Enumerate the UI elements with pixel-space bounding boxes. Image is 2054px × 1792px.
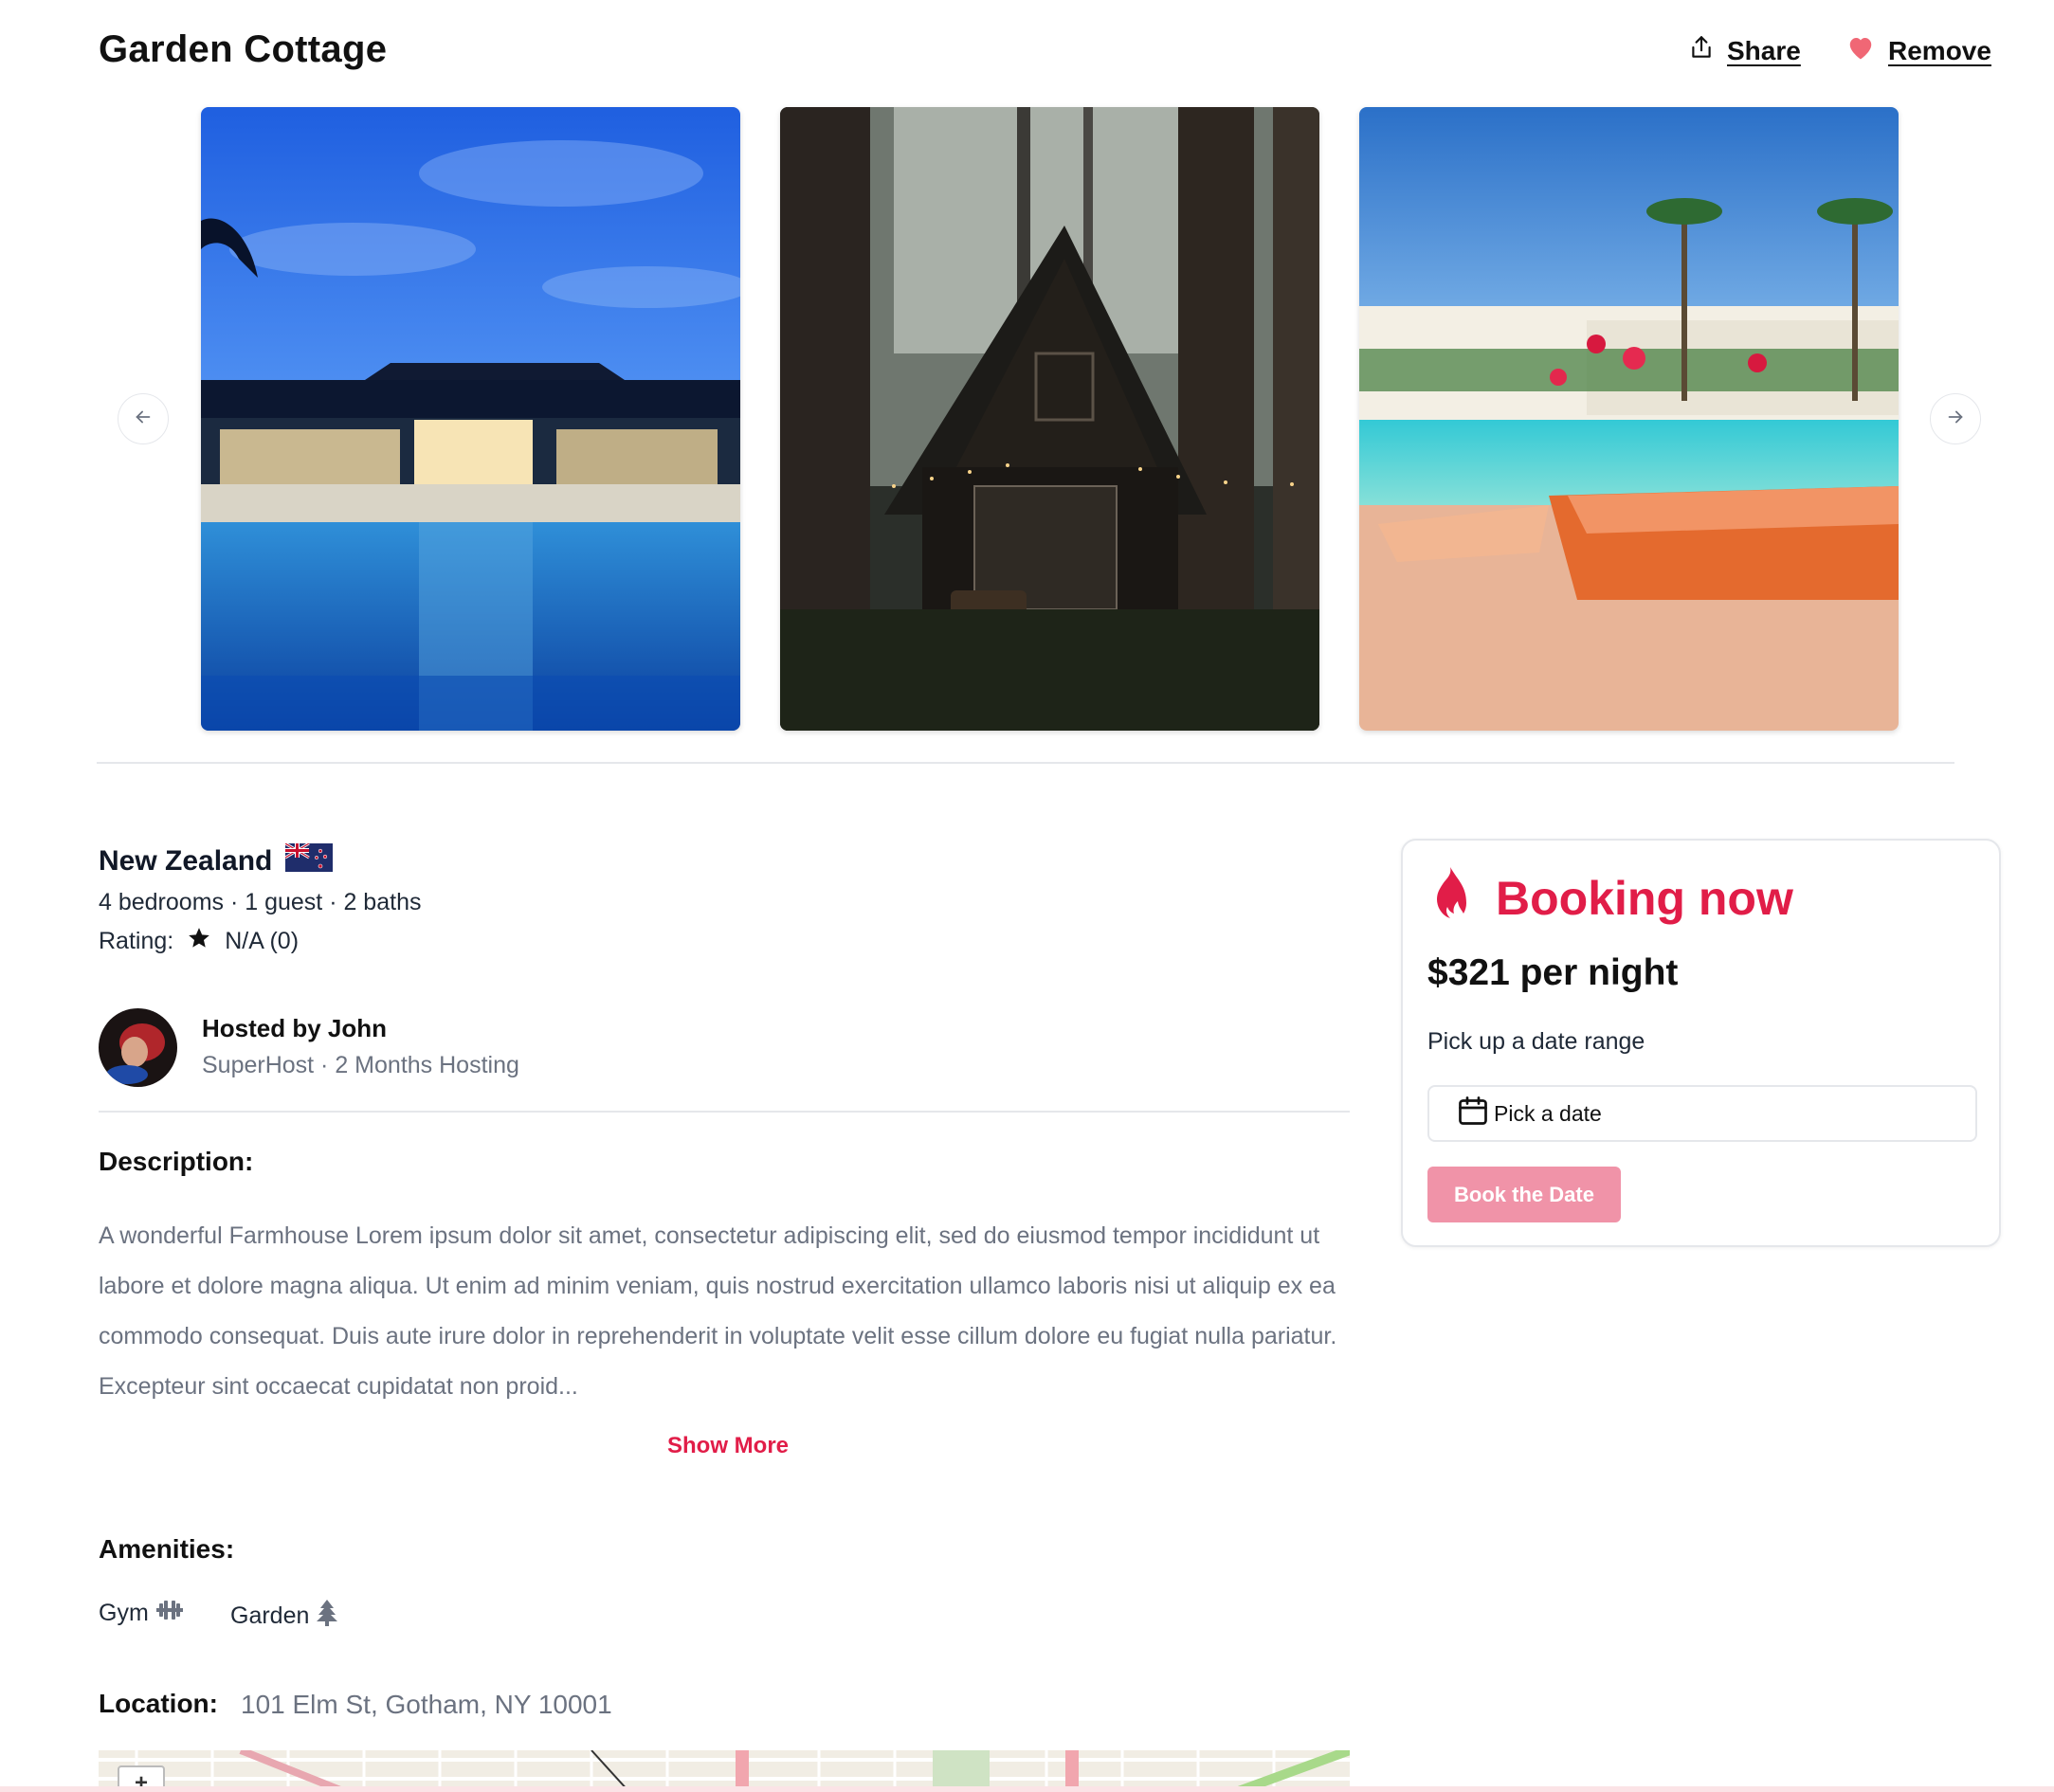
booking-card-title: Booking now [1427, 867, 1793, 930]
date-picker-input[interactable]: Pick a date [1427, 1085, 1977, 1142]
location-address: 101 Elm St, Gotham, NY 10001 [241, 1690, 612, 1719]
amenity-gym: Gym [99, 1600, 183, 1627]
new-zealand-flag-icon [284, 842, 334, 879]
tree-icon [317, 1600, 338, 1633]
listing-photo-pool-villa[interactable] [201, 107, 740, 731]
description-heading: Description: [99, 1147, 254, 1176]
page-bottom-edge [0, 1786, 2054, 1792]
star-icon [187, 926, 211, 957]
host-name: Hosted by John [202, 1014, 388, 1042]
price-per-night: $321 per night [1427, 952, 1679, 993]
host-divider [99, 1111, 1350, 1113]
share-button[interactable]: Share [1689, 34, 1801, 67]
book-date-button[interactable]: Book the Date [1427, 1167, 1621, 1222]
share-icon [1689, 34, 1714, 67]
amenities-heading: Amenities: [99, 1534, 235, 1564]
carousel-next-button[interactable] [1930, 393, 1981, 444]
fire-icon [1427, 867, 1473, 930]
host-avatar[interactable] [99, 1008, 177, 1087]
remove-label: Remove [1888, 35, 1991, 65]
remove-favorite-button[interactable]: Remove [1846, 34, 1991, 67]
show-more-button[interactable]: Show More [667, 1433, 789, 1459]
listing-photo-forest-cabin[interactable] [780, 107, 1319, 731]
description-text: A wonderful Farmhouse Lorem ipsum dolor … [99, 1222, 1337, 1400]
listing-photo-resort-pool[interactable] [1359, 107, 1899, 731]
arrow-left-icon [133, 407, 154, 432]
date-range-label: Pick up a date range [1427, 1028, 1645, 1055]
country-name: New Zealand [99, 845, 273, 877]
amenity-label: Garden [230, 1602, 310, 1629]
location-heading: Location: [99, 1689, 218, 1718]
share-label: Share [1727, 35, 1801, 65]
dumbbell-icon [155, 1600, 183, 1627]
listing-country: New Zealand [99, 842, 334, 879]
heart-icon [1846, 34, 1875, 67]
date-placeholder: Pick a date [1494, 1100, 1602, 1126]
listing-rating: Rating: N/A (0) [99, 926, 299, 957]
rating-label: Rating: [99, 928, 174, 954]
booking-title-text: Booking now [1496, 872, 1793, 925]
section-divider [97, 762, 1954, 764]
listing-stats: 4 bedrooms · 1 guest · 2 baths [99, 889, 422, 915]
carousel-prev-button[interactable] [118, 393, 169, 444]
listing-title: Garden Cottage [99, 28, 388, 70]
amenity-label: Gym [99, 1600, 149, 1626]
arrow-right-icon [1945, 407, 1966, 432]
calendar-icon [1456, 1094, 1490, 1133]
booking-card: Booking now $321 per night Pick up a dat… [1401, 839, 2001, 1247]
rating-value: N/A (0) [225, 928, 300, 954]
amenity-garden: Garden [230, 1600, 338, 1633]
host-subtitle: SuperHost · 2 Months Hosting [202, 1052, 519, 1078]
